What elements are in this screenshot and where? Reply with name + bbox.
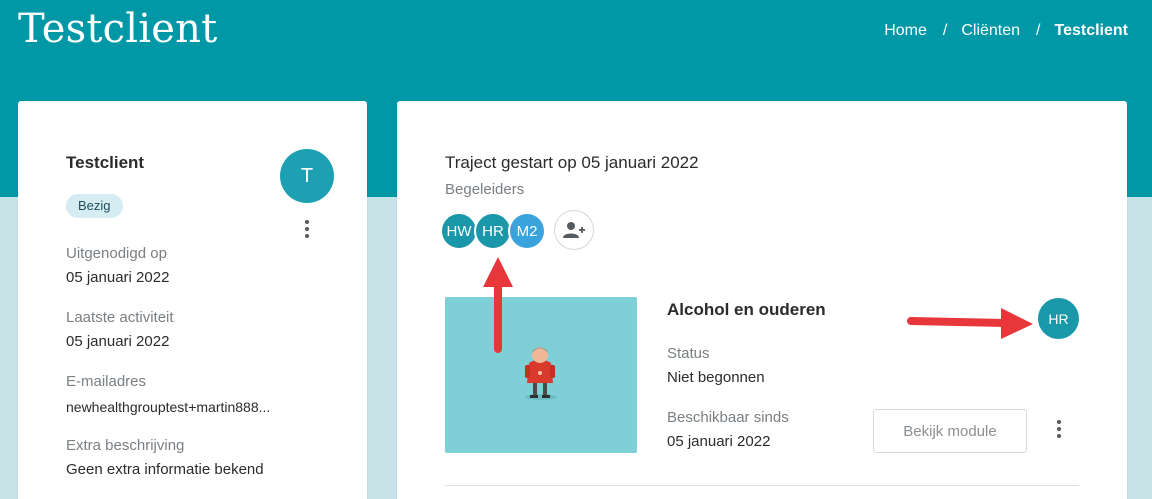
trajectory-card: Traject gestart op 05 januari 2022 Begel… — [397, 101, 1127, 499]
module-options-menu-icon[interactable] — [1049, 417, 1069, 441]
breadcrumb-separator: / — [942, 22, 948, 39]
email-label: E-mailadres — [66, 373, 147, 390]
add-coach-button[interactable] — [554, 210, 594, 250]
module-status-label: Status — [667, 345, 710, 362]
module-status-value: Niet begonnen — [667, 369, 765, 386]
last-activity-value: 05 januari 2022 — [66, 333, 170, 350]
breadcrumb-home-link[interactable]: Home — [884, 22, 927, 40]
client-avatar: T — [280, 149, 334, 203]
elderly-man-illustration — [525, 347, 557, 400]
extra-description-label: Extra beschrijving — [66, 437, 185, 454]
trajectory-title: Traject gestart op 05 januari 2022 — [445, 153, 699, 172]
module-thumbnail[interactable] — [445, 297, 637, 453]
coach-avatar[interactable]: M2 — [508, 212, 546, 250]
coaches-list: HW HR M2 — [440, 210, 600, 250]
module-available-label: Beschikbaar sinds — [667, 409, 789, 426]
email-value: newhealthgrouptest+martin888... — [66, 399, 271, 415]
coaches-label: Begeleiders — [445, 181, 525, 198]
module-coach-avatar[interactable]: HR — [1038, 298, 1079, 339]
breadcrumb-current: Testclient — [1054, 22, 1129, 39]
last-activity-label: Laatste activiteit — [66, 309, 174, 326]
coach-avatar[interactable]: HR — [474, 212, 512, 250]
divider — [445, 485, 1079, 486]
invited-value: 05 januari 2022 — [66, 269, 170, 286]
module-available-value: 05 januari 2022 — [667, 433, 771, 450]
breadcrumb-separator: / — [1036, 22, 1041, 39]
breadcrumb: Home / Cliënten / Testclient — [884, 22, 1128, 40]
client-card: Testclient Bezig T Uitgenodigd op 05 jan… — [18, 101, 367, 499]
add-user-icon — [563, 222, 585, 238]
client-name: Testclient — [66, 153, 145, 172]
client-options-menu-icon[interactable] — [297, 217, 317, 241]
view-module-button[interactable]: Bekijk module — [873, 409, 1027, 453]
invited-label: Uitgenodigd op — [66, 245, 167, 262]
extra-description-value: Geen extra informatie bekend — [66, 461, 264, 478]
breadcrumb-clients-link[interactable]: Cliënten — [961, 22, 1020, 40]
coach-avatar[interactable]: HW — [440, 212, 478, 250]
status-badge: Bezig — [66, 194, 123, 218]
module-title: Alcohol en ouderen — [667, 300, 826, 319]
page-title: Testclient — [18, 6, 218, 52]
